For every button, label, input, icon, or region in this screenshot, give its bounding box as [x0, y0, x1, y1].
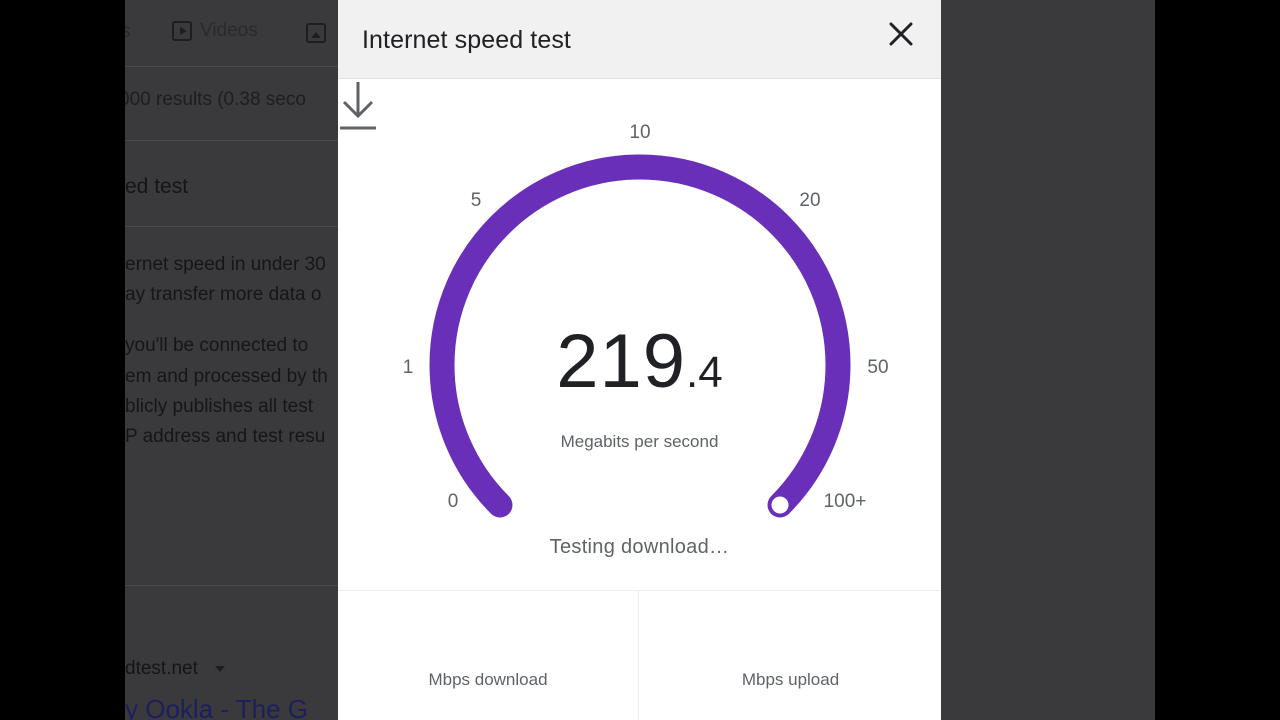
tick-label: 10 — [629, 122, 651, 143]
snippet-line: ernet speed in under 30 — [125, 254, 326, 275]
tab-videos-label: Videos — [200, 20, 258, 41]
speed-value-integer: 219 — [556, 319, 687, 404]
test-status: Testing download… — [549, 536, 730, 558]
snippet-line: em and processed by th — [125, 366, 328, 387]
download-arrow-icon — [340, 82, 376, 130]
result-link-title[interactable]: y Ookla - The G — [125, 694, 308, 720]
divider — [125, 140, 338, 141]
dialog-header: Internet speed test — [338, 0, 941, 79]
screen: s Videos 000 results (0.38 seco ed test … — [0, 0, 1280, 720]
upload-result: Mbps upload — [640, 591, 941, 720]
speed-test-dialog: Internet speed test 0 1 5 10 20 50 100+ … — [338, 0, 941, 720]
close-button[interactable] — [884, 17, 918, 51]
image-icon[interactable] — [306, 23, 326, 43]
results-row: Mbps download Mbps upload — [338, 590, 941, 720]
tick-label: 5 — [470, 190, 482, 211]
download-result: Mbps download — [338, 591, 639, 720]
snippet-line: P address and test resu — [125, 426, 326, 447]
speed-unit: Megabits per second — [560, 432, 719, 451]
snippet-line: you'll be connected to — [125, 335, 309, 356]
snippet-line: blicly publishes all test — [125, 396, 313, 417]
gauge-needle-knob — [768, 493, 792, 517]
close-icon — [889, 22, 913, 46]
tick-label: 20 — [799, 190, 821, 211]
right-edge — [1155, 0, 1280, 720]
speed-readout: 219.4 — [338, 318, 941, 405]
result-site-url[interactable]: dtest.net — [125, 658, 198, 680]
dialog-title: Internet speed test — [362, 26, 571, 54]
divider — [125, 226, 338, 227]
upload-result-label: Mbps upload — [741, 670, 840, 689]
divider — [125, 585, 338, 586]
tick-label: 0 — [447, 491, 459, 512]
tab-fragment: s — [125, 21, 131, 42]
snippet-line: ay transfer more data o — [125, 284, 322, 305]
speed-value-decimal: .4 — [686, 348, 723, 397]
results-stats: 000 results (0.38 seco — [125, 89, 306, 110]
tick-label: 100+ — [823, 491, 867, 512]
dropdown-arrow-icon[interactable] — [215, 666, 225, 672]
download-result-label: Mbps download — [428, 670, 548, 689]
snippet-heading: ed test — [125, 175, 189, 198]
tab-videos[interactable]: Videos — [172, 20, 258, 42]
divider — [125, 66, 338, 67]
video-icon — [172, 21, 192, 41]
speed-gauge: 0 1 5 10 20 50 100+ 219.4 Megabits per s… — [338, 80, 941, 590]
